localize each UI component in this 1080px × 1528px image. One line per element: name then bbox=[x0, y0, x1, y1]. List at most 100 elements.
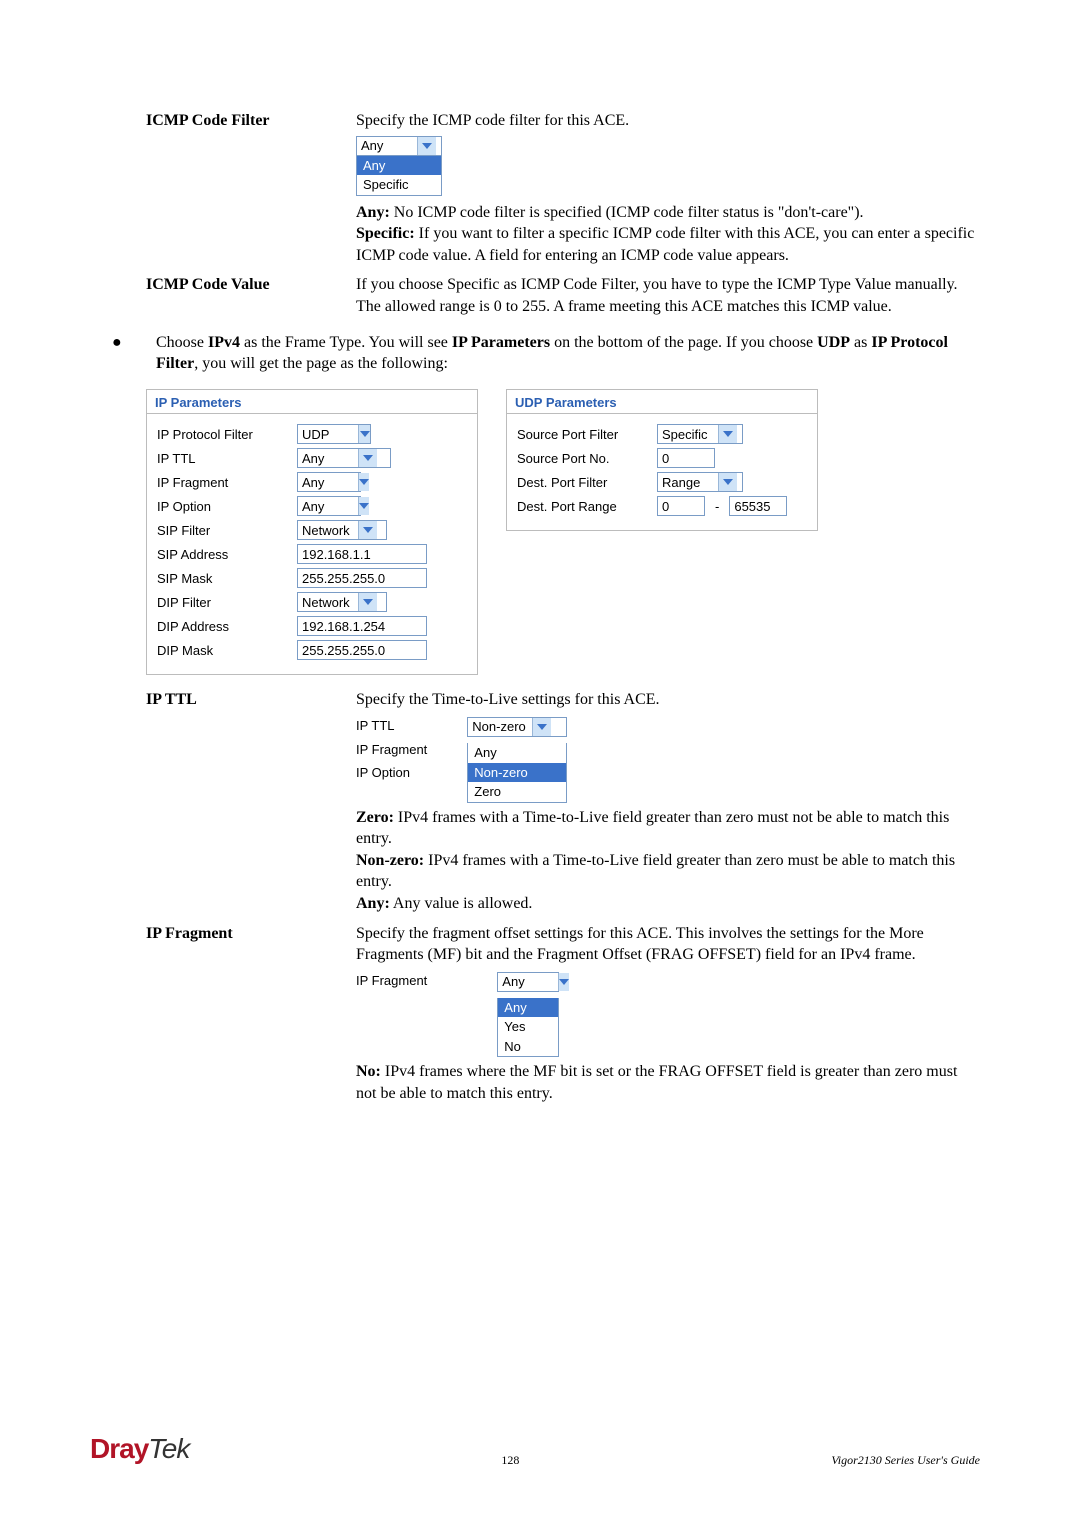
l: IP Fragment bbox=[356, 972, 427, 990]
lbl: SIP Mask bbox=[157, 570, 287, 588]
dip-filter-select[interactable]: Network bbox=[297, 592, 387, 612]
t: IPv4 frames where the MF bit is set or t… bbox=[356, 1063, 957, 1102]
b: Any: bbox=[356, 895, 390, 912]
chevron-down-icon bbox=[718, 425, 737, 443]
lbl: IP Option bbox=[157, 498, 287, 516]
ip-fragment-select[interactable]: Any bbox=[297, 472, 361, 492]
specific-text: If you want to filter a specific ICMP co… bbox=[356, 225, 974, 264]
dip-address-input[interactable] bbox=[297, 616, 427, 636]
control-col: Any Any Yes No bbox=[497, 972, 559, 1058]
option-non-zero[interactable]: Non-zero bbox=[468, 763, 566, 783]
option-specific[interactable]: Specific bbox=[357, 175, 441, 195]
panels: IP Parameters IP Protocol Filter UDP IP … bbox=[146, 389, 980, 676]
b: No: bbox=[356, 1063, 381, 1080]
p-zero: Zero: IPv4 frames with a Time-to-Live fi… bbox=[356, 807, 980, 850]
lbl: DIP Address bbox=[157, 618, 287, 636]
page: ICMP Code Filter Specify the ICMP code f… bbox=[0, 0, 1080, 1528]
v: Range bbox=[658, 473, 718, 491]
bullet-text: Choose IPv4 as the Frame Type. You will … bbox=[156, 332, 980, 375]
t: IPv4 bbox=[208, 334, 240, 351]
v: Any bbox=[298, 449, 358, 467]
ip-ttl-options: Any Non-zero Zero bbox=[467, 743, 567, 803]
select-value: Any bbox=[357, 137, 417, 155]
v: Network bbox=[298, 593, 358, 611]
row-ip-ttl: IP TTL Specify the Time-to-Live settings… bbox=[146, 689, 980, 914]
l: IP Option bbox=[356, 764, 427, 782]
ip-protocol-filter-select[interactable]: UDP bbox=[297, 424, 371, 444]
lbl: Source Port Filter bbox=[517, 426, 647, 444]
panel-title: UDP Parameters bbox=[507, 390, 817, 415]
sip-mask-input[interactable] bbox=[297, 568, 427, 588]
option-any[interactable]: Any bbox=[498, 998, 558, 1018]
lbl: IP Protocol Filter bbox=[157, 426, 287, 444]
chevron-down-icon bbox=[358, 473, 369, 491]
chevron-down-icon bbox=[358, 497, 369, 515]
chevron-down-icon bbox=[358, 425, 370, 443]
t: as bbox=[850, 334, 871, 351]
udp-parameters-panel: UDP Parameters Source Port Filter Specif… bbox=[506, 389, 818, 532]
v: Any bbox=[298, 497, 358, 515]
label-ip-fragment: IP Fragment bbox=[146, 923, 356, 1105]
desc-ip-fragment: Specify the fragment offset settings for… bbox=[356, 923, 980, 1105]
b: Zero: bbox=[356, 809, 394, 826]
chevron-down-icon bbox=[532, 718, 551, 736]
any-text: No ICMP code filter is specified (ICMP c… bbox=[390, 204, 864, 221]
row-icmp-code-filter: ICMP Code Filter Specify the ICMP code f… bbox=[146, 110, 980, 266]
dest-port-range-hi-input[interactable] bbox=[729, 496, 787, 516]
sip-filter-select[interactable]: Network bbox=[297, 520, 387, 540]
v: Any bbox=[498, 973, 558, 991]
ip-fragment-options: Any Yes No bbox=[497, 998, 559, 1058]
specific-bold: Specific: bbox=[356, 225, 415, 242]
l: IP TTL bbox=[356, 717, 427, 735]
chevron-down-icon bbox=[358, 521, 377, 539]
ip-option-select[interactable]: Any bbox=[297, 496, 361, 516]
logo-part2: Tek bbox=[148, 1433, 189, 1464]
chevron-down-icon bbox=[358, 449, 377, 467]
t: IPv4 frames with a Time-to-Live field gr… bbox=[356, 809, 949, 848]
label-ip-ttl: IP TTL bbox=[146, 689, 356, 914]
chevron-down-icon bbox=[718, 473, 737, 491]
sip-address-input[interactable] bbox=[297, 544, 427, 564]
option-no[interactable]: No bbox=[498, 1037, 558, 1057]
option-any[interactable]: Any bbox=[468, 743, 566, 763]
dest-port-filter-select[interactable]: Range bbox=[657, 472, 743, 492]
t: IP Parameters bbox=[452, 334, 550, 351]
label-icmp-code-filter: ICMP Code Filter bbox=[146, 110, 356, 266]
source-port-filter-select[interactable]: Specific bbox=[657, 424, 743, 444]
t: Choose bbox=[156, 334, 208, 351]
ip-fragment-select-expanded[interactable]: Any bbox=[497, 972, 559, 992]
chevron-down-icon bbox=[358, 593, 377, 611]
option-any[interactable]: Any bbox=[357, 156, 441, 176]
lbl: Source Port No. bbox=[517, 450, 647, 468]
option-zero[interactable]: Zero bbox=[468, 782, 566, 802]
v: Network bbox=[298, 521, 358, 539]
ip-ttl-select[interactable]: Any bbox=[297, 448, 391, 468]
bullet-icon: ● bbox=[112, 332, 156, 375]
icmp-code-filter-select[interactable]: Any bbox=[356, 136, 442, 156]
dest-port-range-lo-input[interactable] bbox=[657, 496, 705, 516]
t: UDP bbox=[817, 334, 850, 351]
option-yes[interactable]: Yes bbox=[498, 1017, 558, 1037]
chevron-down-icon bbox=[558, 973, 569, 991]
page-footer: DrayTek 128 Vigor2130 Series User's Guid… bbox=[90, 1430, 980, 1468]
t: IPv4 frames with a Time-to-Live field gr… bbox=[356, 852, 955, 891]
t: on the bottom of the page. If you choose bbox=[550, 334, 817, 351]
v: Specific bbox=[658, 425, 718, 443]
b: Non-zero: bbox=[356, 852, 424, 869]
labels-col: IP Fragment bbox=[356, 972, 427, 1058]
v: Any bbox=[298, 473, 358, 491]
source-port-no-input[interactable] bbox=[657, 448, 715, 468]
text: Specify the fragment offset settings for… bbox=[356, 925, 924, 964]
lbl: SIP Filter bbox=[157, 522, 287, 540]
ip-ttl-select-expanded[interactable]: Non-zero bbox=[467, 717, 567, 737]
panel-body: IP Protocol Filter UDP IP TTL Any IP Fra… bbox=[147, 414, 477, 674]
icmp-code-filter-options: Any Specific bbox=[356, 156, 442, 196]
page-number: 128 bbox=[501, 1452, 519, 1468]
ip-ttl-mini-figure: IP TTL IP Fragment IP Option Non-zero An… bbox=[356, 717, 980, 803]
lbl: IP Fragment bbox=[157, 474, 287, 492]
dip-mask-input[interactable] bbox=[297, 640, 427, 660]
icmp-code-filter-dropdown-figure: Any Any Specific bbox=[356, 136, 980, 196]
desc-icmp-code-value: If you choose Specific as ICMP Code Filt… bbox=[356, 274, 980, 317]
v: Non-zero bbox=[468, 718, 531, 736]
t: as the Frame Type. You will see bbox=[240, 334, 452, 351]
